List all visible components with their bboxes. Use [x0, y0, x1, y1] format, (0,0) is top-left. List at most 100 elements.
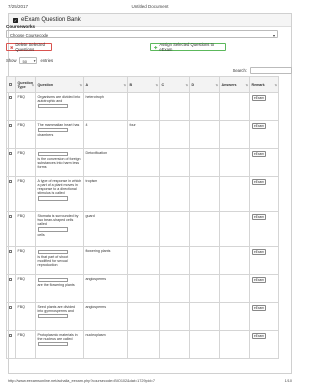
trash-icon: ✖: [10, 44, 14, 50]
search-input[interactable]: [250, 67, 292, 74]
row-checkbox[interactable]: [8, 123, 12, 127]
table-row: FBQ are the flowering plants angiosperms eE…: [6, 274, 279, 303]
remark-eexam-button[interactable]: eExam: [251, 94, 267, 102]
question-text-before: A type of response in which a part of a …: [37, 178, 82, 196]
remark-eexam-button[interactable]: eExam: [251, 304, 267, 312]
option-a-cell: 4: [83, 120, 128, 149]
col-select[interactable]: [6, 76, 16, 93]
coursecode-select[interactable]: Choose Coursecode ▾: [6, 30, 278, 38]
option-a-cell: angiosperms: [83, 274, 128, 303]
blank-input[interactable]: [37, 151, 68, 156]
remark-eexam-button[interactable]: eExam: [251, 276, 267, 284]
option-d-cell: [189, 330, 220, 359]
option-c-cell: [159, 176, 190, 212]
option-d-cell: [189, 176, 220, 212]
delete-selected-label: Delete Selected Questions: [15, 42, 45, 52]
row-checkbox[interactable]: [8, 151, 12, 155]
option-b-cell: [127, 330, 160, 359]
row-checkbox[interactable]: [8, 277, 12, 281]
print-url: http://www.eexamsonline.net/achalla_eexa…: [8, 379, 156, 383]
question-text-before: The mammalian heart has: [37, 122, 80, 127]
row-select-cell: [6, 211, 16, 247]
answers-cell: [219, 302, 250, 331]
question-text-after: is that part of shoot modified for sexua…: [37, 255, 69, 268]
question-cell: A type of response in which a part of a …: [35, 176, 84, 212]
col-d[interactable]: D ⇅: [189, 76, 220, 93]
col-question-type[interactable]: Question Type ⇅: [15, 76, 36, 93]
question-text-before: Stomata is surrounded by two bean-shaped…: [37, 213, 79, 226]
assign-to-eexam-label: Assign Selected Questions to eExam: [159, 42, 215, 52]
row-select-cell: [6, 330, 16, 359]
remark-cell: eExam: [249, 246, 279, 275]
print-header: 7/25/2017 Untitled Document: [8, 4, 292, 12]
col-remark[interactable]: Remark ⇅: [249, 76, 279, 93]
delete-selected-button[interactable]: ✖ Delete Selected Questions: [6, 42, 52, 52]
row-checkbox[interactable]: [8, 179, 12, 183]
blank-input[interactable]: [37, 341, 68, 347]
table-row: FBQ Stomata is surrounded by two bean-sha…: [6, 211, 279, 247]
search-label: Search:: [232, 68, 247, 73]
remark-eexam-button[interactable]: eExam: [251, 150, 267, 158]
answers-cell: [219, 120, 250, 149]
blank-input[interactable]: [37, 103, 68, 109]
row-select-cell: [6, 176, 16, 212]
option-d-cell: [189, 120, 220, 149]
row-checkbox[interactable]: [8, 95, 12, 99]
remark-cell: eExam: [249, 330, 279, 359]
row-checkbox[interactable]: [8, 249, 12, 253]
row-checkbox[interactable]: [8, 214, 12, 218]
answers-cell: [219, 92, 250, 121]
col-c[interactable]: C ⇅: [159, 76, 190, 93]
table-row: FBQ is the conversion of foreign substanc…: [6, 148, 279, 177]
remark-eexam-button[interactable]: eExam: [251, 248, 267, 256]
question-cell: is that part of shoot modified for sexua…: [35, 246, 84, 275]
table-search: Search:: [233, 67, 292, 74]
blank-input[interactable]: [37, 249, 68, 254]
option-c-cell: [159, 148, 190, 177]
option-d-cell: [189, 92, 220, 121]
answers-cell: [219, 274, 250, 303]
row-checkbox[interactable]: [8, 333, 12, 337]
question-type-cell: FBQ: [15, 92, 36, 121]
option-d-cell: [189, 211, 220, 247]
sort-icon: ⇅: [79, 83, 82, 87]
blank-input[interactable]: [37, 127, 68, 133]
col-question[interactable]: Question ⇅: [35, 76, 84, 93]
option-d-cell: [189, 274, 220, 303]
option-a-cell: angiosperms: [83, 302, 128, 331]
option-c-cell: [159, 120, 190, 149]
table-row: FBQ A type of response in which a part of…: [6, 176, 279, 212]
option-b-cell: [127, 92, 160, 121]
remark-eexam-button[interactable]: eExam: [251, 178, 267, 186]
col-a[interactable]: A ⇅: [83, 76, 128, 93]
select-all-checkbox[interactable]: [8, 82, 12, 87]
row-select-cell: [6, 148, 16, 177]
remark-eexam-button[interactable]: eExam: [251, 332, 267, 340]
blank-input[interactable]: [37, 227, 68, 232]
remark-eexam-button[interactable]: eExam: [251, 213, 267, 221]
option-b-cell: four: [127, 120, 160, 149]
option-a-cell: guard: [83, 211, 128, 247]
assign-to-eexam-button[interactable]: ✚ Assign Selected Questions to eExam: [150, 42, 226, 52]
sort-icon: ⇅: [185, 83, 188, 87]
option-d-cell: [189, 246, 220, 275]
sort-icon: ⇅: [31, 83, 34, 87]
chevron-down-icon: ▾: [33, 58, 36, 63]
row-select-cell: [6, 92, 16, 121]
option-a-cell: nucleoplasm: [83, 330, 128, 359]
option-b-cell: [127, 211, 160, 247]
entries-length-control: Show 50 ▾ entries: [6, 57, 53, 64]
show-label: Show: [6, 57, 17, 63]
row-checkbox[interactable]: [8, 305, 12, 309]
remark-cell: eExam: [249, 176, 279, 212]
col-answers[interactable]: Answers ⇅: [219, 76, 250, 93]
blank-input[interactable]: [37, 313, 68, 319]
remark-cell: eExam: [249, 211, 279, 247]
blank-input[interactable]: [37, 277, 68, 282]
print-page-number: 1/10: [284, 379, 292, 383]
entries-length-select[interactable]: 50 ▾: [19, 57, 38, 64]
question-text-after: is the conversion of foreign substances …: [37, 157, 81, 170]
blank-input[interactable]: [37, 196, 68, 201]
col-b[interactable]: B ⇅: [127, 76, 160, 93]
remark-eexam-button[interactable]: eExam: [251, 122, 267, 130]
